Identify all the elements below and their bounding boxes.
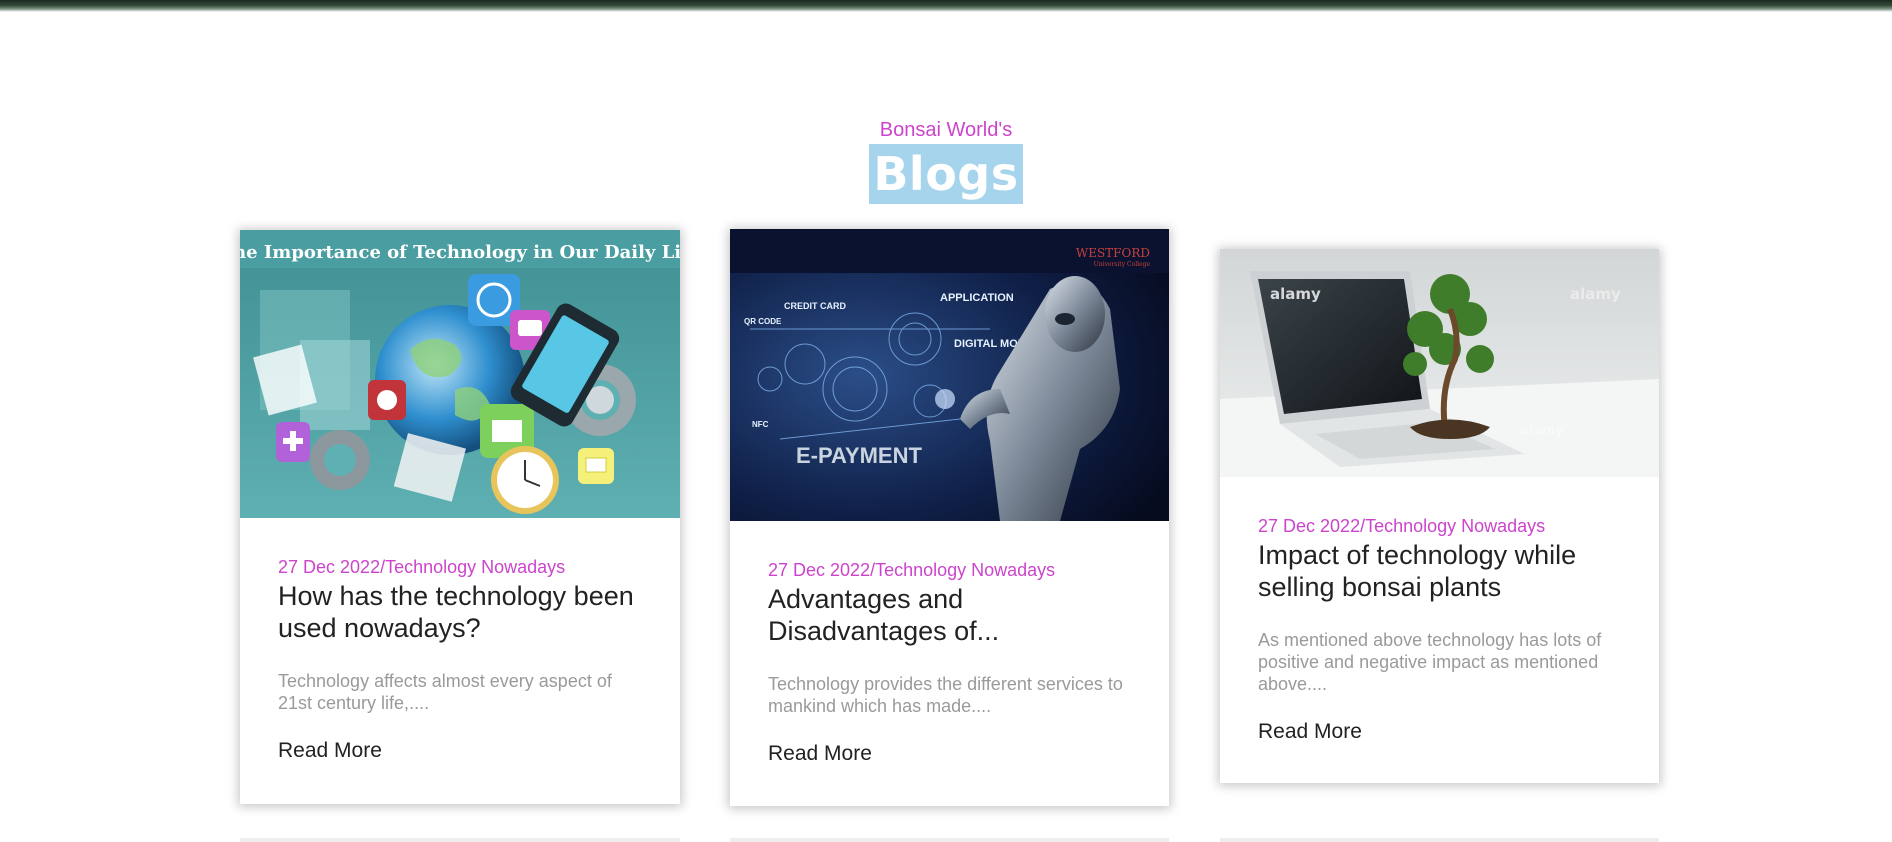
nfc-label: NFC [752, 420, 769, 429]
blog-image-technology-daily-life[interactable]: The Importance of Technology in Our Dail… [240, 230, 680, 518]
section-header: Bonsai World's Blogs [0, 118, 1892, 204]
blog-card-body: 27 Dec 2022/Technology Nowadays Advantag… [730, 521, 1169, 767]
blog-card[interactable]: alamy alamy alamy 27 Dec 2022/Technology… [1220, 249, 1659, 783]
post-excerpt: Technology provides the different servic… [768, 674, 1123, 716]
watermark-text: alamy [1570, 285, 1621, 303]
blog-card[interactable]: The Importance of Technology in Our Dail… [240, 230, 680, 804]
section-subtitle: Bonsai World's [879, 119, 1013, 141]
laptop-bonsai-image: alamy alamy alamy [1220, 249, 1659, 477]
post-meta: 27 Dec 2022/Technology Nowadays [278, 557, 566, 577]
top-shadow-bar [0, 0, 1892, 12]
next-row-card-edge [240, 838, 680, 842]
read-more-link[interactable]: Read More [1258, 719, 1362, 745]
blog-card[interactable]: WESTFORD University College CREDIT CARD … [730, 229, 1169, 806]
read-more-link[interactable]: Read More [768, 741, 872, 767]
credit-card-label: CREDIT CARD [784, 301, 846, 311]
read-more-link[interactable]: Read More [278, 738, 382, 764]
image-caption-text: The Importance of Technology in Our Dail… [240, 242, 680, 263]
westford-logo-text: WESTFORD [1076, 246, 1150, 260]
post-meta: 27 Dec 2022/Technology Nowadays [1258, 516, 1546, 536]
blog-image-laptop-bonsai[interactable]: alamy alamy alamy [1220, 249, 1659, 477]
section-title: Blogs [869, 144, 1023, 204]
westford-logo-sub: University College [1094, 261, 1151, 268]
watermark-text: alamy [1520, 423, 1565, 438]
post-meta: 27 Dec 2022/Technology Nowadays [768, 560, 1056, 580]
application-label: APPLICATION [940, 292, 1014, 304]
post-title[interactable]: How has the technology been used nowaday… [278, 580, 642, 644]
watermark-text: alamy [1270, 285, 1321, 303]
post-excerpt: As mentioned above technology has lots o… [1258, 630, 1602, 694]
post-title[interactable]: Impact of technology while selling bonsa… [1258, 539, 1621, 603]
post-title[interactable]: Advantages and Disadvantages of... [768, 583, 1131, 647]
blog-card-body: 27 Dec 2022/Technology Nowadays Impact o… [1220, 477, 1659, 745]
e-payment-robot-image: WESTFORD University College CREDIT CARD … [730, 229, 1169, 521]
blog-card-body: 27 Dec 2022/Technology Nowadays How has … [240, 518, 680, 764]
next-row-card-edge [1220, 838, 1659, 842]
next-row-card-edge [730, 838, 1169, 842]
technology-collage-image: The Importance of Technology in Our Dail… [240, 230, 680, 518]
post-excerpt: Technology affects almost every aspect o… [278, 671, 612, 713]
qr-code-label: QR CODE [744, 317, 782, 326]
e-payment-label: E-PAYMENT [796, 443, 922, 468]
blog-image-e-payment[interactable]: WESTFORD University College CREDIT CARD … [730, 229, 1169, 521]
